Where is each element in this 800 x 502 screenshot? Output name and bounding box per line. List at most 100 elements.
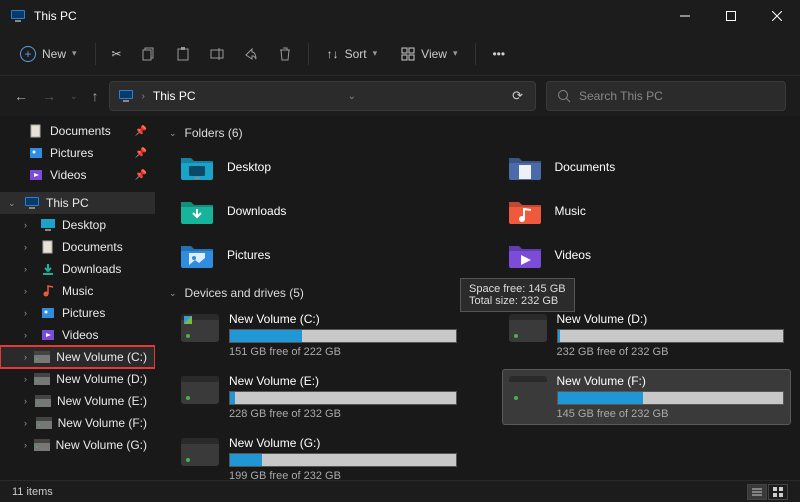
nav-row: ← → ⌄ ↑ › This PC ⌄ ⟳ Search This PC bbox=[0, 76, 800, 116]
large-icons-view-button[interactable] bbox=[768, 484, 788, 500]
rename-button[interactable] bbox=[202, 41, 232, 67]
drive-icon bbox=[181, 314, 219, 342]
folder-label: Downloads bbox=[227, 204, 286, 218]
drive-name: New Volume (G:) bbox=[229, 436, 457, 450]
new-button[interactable]: + New ▾ bbox=[10, 40, 87, 68]
drive-item[interactable]: New Volume (F:) 145 GB free of 232 GB bbox=[503, 370, 791, 424]
details-view-button[interactable] bbox=[747, 484, 767, 500]
sidebar-item-volume-e[interactable]: ›New Volume (E:) bbox=[0, 390, 155, 412]
drive-usage-bar bbox=[557, 329, 785, 343]
folder-item[interactable]: Desktop bbox=[175, 148, 463, 186]
paste-button[interactable] bbox=[168, 41, 198, 67]
folder-item[interactable]: Pictures bbox=[175, 236, 463, 274]
sidebar-item-videos[interactable]: Videos📌 bbox=[0, 164, 155, 186]
close-button[interactable] bbox=[754, 0, 800, 32]
view-label: View bbox=[421, 47, 447, 61]
music-icon bbox=[40, 284, 56, 298]
new-label: New bbox=[42, 47, 66, 61]
chevron-right-icon[interactable]: › bbox=[24, 242, 34, 252]
folder-item[interactable]: Downloads bbox=[175, 192, 463, 230]
drive-free-text: 145 GB free of 232 GB bbox=[557, 408, 785, 420]
sidebar-item-volume-d[interactable]: ›New Volume (D:) bbox=[0, 368, 155, 390]
drive-item[interactable]: New Volume (E:) 228 GB free of 232 GB bbox=[175, 370, 463, 424]
chevron-right-icon[interactable]: › bbox=[24, 286, 34, 296]
drive-item[interactable]: New Volume (C:) 151 GB free of 222 GB bbox=[175, 308, 463, 362]
chevron-down-icon: ▾ bbox=[373, 48, 378, 59]
search-icon bbox=[557, 89, 571, 103]
maximize-button[interactable] bbox=[708, 0, 754, 32]
sidebar-item-desktop[interactable]: ›Desktop bbox=[0, 214, 155, 236]
sidebar-item-pictures[interactable]: ›Pictures bbox=[0, 302, 155, 324]
cut-button[interactable]: ✂ bbox=[104, 41, 130, 67]
sidebar: Documents📌 Pictures📌 Videos📌 ⌄This PC ›D… bbox=[0, 116, 155, 480]
delete-button[interactable] bbox=[270, 41, 300, 67]
share-button[interactable] bbox=[236, 41, 266, 67]
refresh-button[interactable]: ⟳ bbox=[508, 88, 527, 104]
folder-item[interactable]: Music bbox=[503, 192, 791, 230]
drive-name: New Volume (E:) bbox=[229, 374, 457, 388]
chevron-down-icon: ▾ bbox=[72, 48, 77, 59]
recent-chevron-down-icon[interactable]: ⌄ bbox=[70, 91, 78, 102]
chevron-right-icon[interactable]: › bbox=[142, 91, 145, 102]
sidebar-item-volume-c[interactable]: ›New Volume (C:) bbox=[0, 346, 155, 368]
view-button[interactable]: View ▾ bbox=[391, 41, 467, 67]
chevron-right-icon[interactable]: › bbox=[24, 330, 34, 340]
drive-name: New Volume (C:) bbox=[229, 312, 457, 326]
sidebar-item-documents[interactable]: ›Documents bbox=[0, 236, 155, 258]
folder-item[interactable]: Documents bbox=[503, 148, 791, 186]
sidebar-item-documents[interactable]: Documents📌 bbox=[0, 120, 155, 142]
minimize-button[interactable] bbox=[662, 0, 708, 32]
sidebar-item-videos[interactable]: ›Videos bbox=[0, 324, 155, 346]
sidebar-item-downloads[interactable]: ›Downloads bbox=[0, 258, 155, 280]
sidebar-item-thispc[interactable]: ⌄This PC bbox=[0, 192, 155, 214]
thispc-icon bbox=[118, 89, 134, 103]
sidebar-item-label: Documents bbox=[50, 124, 111, 138]
drive-free-text: 232 GB free of 232 GB bbox=[557, 346, 785, 358]
drive-item[interactable]: New Volume (G:) 199 GB free of 232 GB bbox=[175, 432, 463, 480]
back-button[interactable]: ← bbox=[14, 88, 28, 104]
address-bar[interactable]: › This PC ⌄ ⟳ bbox=[109, 81, 536, 111]
chevron-right-icon[interactable]: › bbox=[24, 374, 28, 384]
drive-item[interactable]: New Volume (D:) 232 GB free of 232 GB bbox=[503, 308, 791, 362]
drives-header-label: Devices and drives (5) bbox=[185, 286, 304, 300]
sidebar-item-label: Videos bbox=[50, 168, 86, 182]
copy-button[interactable] bbox=[134, 41, 164, 67]
search-input[interactable]: Search This PC bbox=[546, 81, 786, 111]
more-icon: ••• bbox=[492, 47, 505, 61]
drive-icon bbox=[34, 372, 50, 386]
chevron-right-icon[interactable]: › bbox=[24, 220, 34, 230]
forward-button[interactable]: → bbox=[42, 88, 56, 104]
chevron-right-icon[interactable]: › bbox=[24, 418, 30, 428]
breadcrumb[interactable]: This PC bbox=[153, 89, 196, 103]
drive-free-text: 151 GB free of 222 GB bbox=[229, 346, 457, 358]
more-button[interactable]: ••• bbox=[484, 41, 513, 67]
sidebar-item-music[interactable]: ›Music bbox=[0, 280, 155, 302]
chevron-right-icon[interactable]: › bbox=[24, 352, 28, 362]
chevron-right-icon[interactable]: › bbox=[24, 264, 34, 274]
drive-icon bbox=[181, 376, 219, 404]
chevron-right-icon[interactable]: › bbox=[24, 308, 34, 318]
thispc-icon bbox=[10, 9, 26, 23]
sort-label: Sort bbox=[345, 47, 367, 61]
sidebar-item-volume-g[interactable]: › New Volume (G:) bbox=[0, 434, 155, 456]
documents-icon bbox=[40, 240, 56, 254]
sidebar-item-volume-f[interactable]: ›New Volume (F:) bbox=[0, 412, 155, 434]
downloads-icon bbox=[40, 262, 56, 276]
chevron-right-icon[interactable]: › bbox=[24, 440, 28, 450]
desktop-icon bbox=[40, 218, 56, 232]
sidebar-item-label: New Volume (G:) bbox=[56, 438, 147, 452]
sort-button[interactable]: ↑↓ Sort ▾ bbox=[317, 41, 388, 67]
drive-icon bbox=[35, 394, 51, 408]
sidebar-item-pictures[interactable]: Pictures📌 bbox=[0, 142, 155, 164]
folder-item[interactable]: Videos bbox=[503, 236, 791, 274]
chevron-down-icon[interactable]: ⌄ bbox=[8, 198, 18, 209]
up-button[interactable]: ↑ bbox=[92, 88, 99, 104]
folder-label: Music bbox=[555, 204, 586, 218]
toolbar-divider bbox=[475, 43, 476, 65]
drive-usage-bar bbox=[229, 453, 457, 467]
folders-section-header[interactable]: ⌄Folders (6) bbox=[169, 126, 790, 140]
paste-icon bbox=[176, 47, 190, 61]
address-dropdown-icon[interactable]: ⌄ bbox=[348, 91, 356, 102]
chevron-right-icon[interactable]: › bbox=[24, 396, 29, 406]
pictures-icon bbox=[40, 306, 56, 320]
